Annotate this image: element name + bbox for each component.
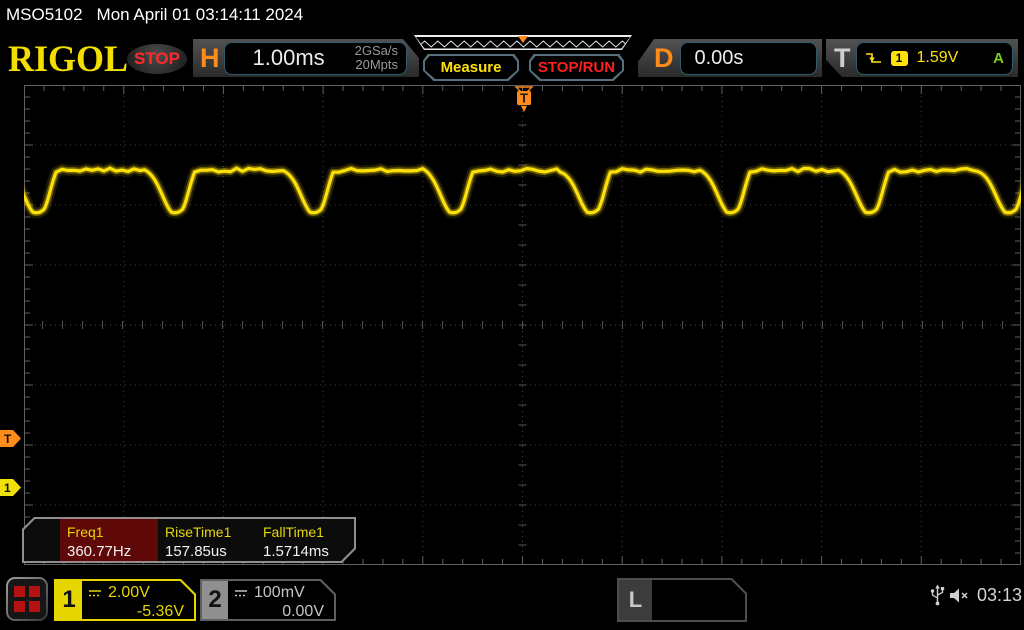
measure-button[interactable]: Measure xyxy=(423,54,519,81)
measurement-panel[interactable]: Freq1 360.77Hz RiseTime1 157.85us FallTi… xyxy=(22,517,356,563)
sample-rate: 2GSa/s xyxy=(354,43,398,59)
measurement-freq1[interactable]: Freq1 360.77Hz xyxy=(60,519,158,561)
delay-value: 0.00s xyxy=(694,46,744,69)
trigger-settings[interactable]: T 1 1.59V A xyxy=(826,39,1018,77)
trigger-source-badge: 1 xyxy=(890,50,908,66)
ch1-scale: 2.00V xyxy=(108,584,150,601)
clock: 03:13 xyxy=(977,585,1023,605)
oscilloscope-screen: MSO5102 Mon April 01 03:14:11 2024 RIGOL … xyxy=(0,0,1024,630)
delay-box[interactable]: 0.00s xyxy=(679,41,817,75)
speaker-muted-icon xyxy=(950,588,968,603)
channel-2-badge: 2 xyxy=(202,581,228,619)
falling-edge-icon xyxy=(865,53,881,63)
preview-trigger-marker-icon xyxy=(518,36,528,43)
trigger-box[interactable]: 1 1.59V A xyxy=(855,41,1013,75)
ch1-offset: -5.36V xyxy=(136,603,184,620)
menu-button[interactable] xyxy=(6,577,48,621)
memory-depth: 20Mpts xyxy=(355,57,398,72)
titlebar: MSO5102 Mon April 01 03:14:11 2024 xyxy=(6,5,303,25)
measurement-risetime1[interactable]: RiseTime1 157.85us xyxy=(158,519,256,561)
trigger-level-value: 1.59V xyxy=(916,49,959,66)
horizontal-settings[interactable]: H 1.00ms 2GSa/s 20Mpts xyxy=(193,39,419,77)
usb-icon xyxy=(930,584,945,606)
trigger-mode: A xyxy=(993,49,1004,67)
trigger-level-marker[interactable]: T xyxy=(0,430,21,447)
dc-coupling-icon xyxy=(233,588,249,598)
logic-badge: L xyxy=(619,580,652,620)
ch2-offset: 0.00V xyxy=(282,603,324,620)
model-name: MSO5102 xyxy=(6,5,83,24)
dc-coupling-icon xyxy=(87,588,103,598)
channel-2-status[interactable]: 2 100mV 0.00V xyxy=(200,579,336,621)
logic-channels-status[interactable]: L 0 1 2 3 4 5 6 7 8 9 10 11 12 13 14 15 xyxy=(617,578,747,622)
logic-row-1: 0 1 2 3 4 5 6 7 xyxy=(659,619,746,630)
delay-label: D xyxy=(654,42,674,73)
waveform-preview-strip[interactable] xyxy=(414,35,632,50)
timebase-value: 1.00ms xyxy=(252,45,325,70)
trigger-label: T xyxy=(834,42,851,73)
trigger-position-marker[interactable]: T xyxy=(514,86,534,113)
run-state-badge: STOP xyxy=(127,44,187,74)
acquisition-info: 2GSa/s 20Mpts xyxy=(355,44,398,71)
rigol-logo: RIGOL xyxy=(8,38,129,80)
menu-grid-icon xyxy=(8,579,46,619)
delay-settings[interactable]: D 0.00s xyxy=(638,39,822,77)
horizontal-label: H xyxy=(200,42,220,73)
ch2-scale: 100mV xyxy=(254,584,305,601)
channel-1-status[interactable]: 1 2.00V -5.36V xyxy=(54,579,196,621)
channel-1-badge: 1 xyxy=(56,581,82,619)
datetime: Mon April 01 03:14:11 2024 xyxy=(96,5,304,24)
graticule-and-trace xyxy=(24,85,1021,565)
ch1-position-marker[interactable]: 1 xyxy=(0,479,21,496)
svg-text:T: T xyxy=(520,91,528,106)
horizontal-box[interactable]: 1.00ms 2GSa/s 20Mpts xyxy=(224,42,408,75)
stop-run-button[interactable]: STOP/RUN xyxy=(529,54,624,81)
measurement-falltime1[interactable]: FallTime1 1.5714ms xyxy=(256,519,354,561)
